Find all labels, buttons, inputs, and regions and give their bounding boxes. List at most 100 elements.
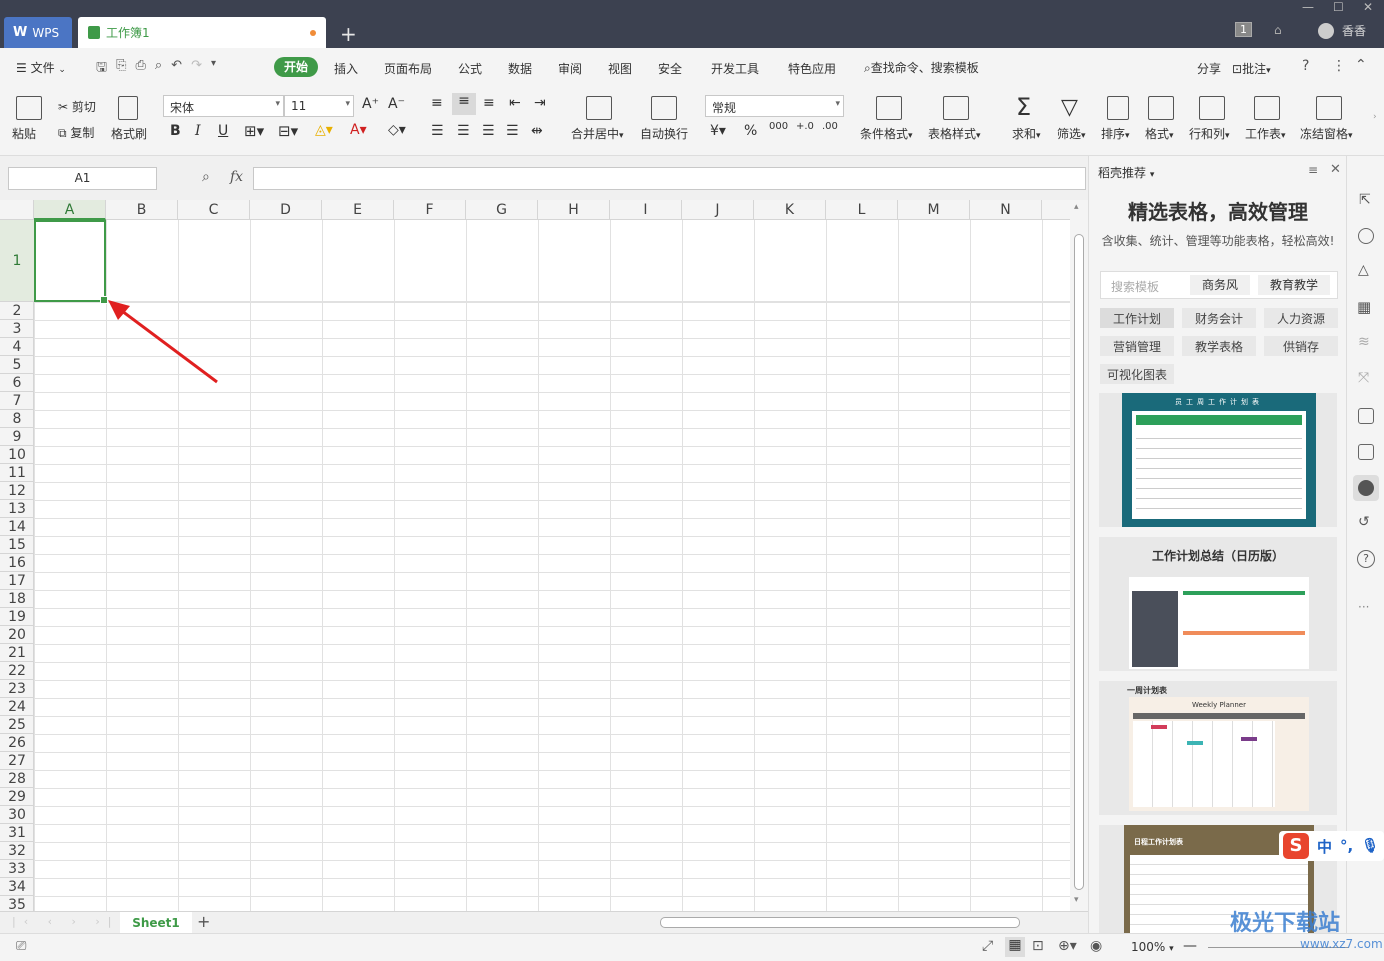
distributed-icon[interactable]: ⇹ xyxy=(531,123,543,139)
column-header-cell[interactable]: J xyxy=(682,200,754,220)
font-size-select[interactable]: 11 xyxy=(284,95,354,117)
row-header-cell[interactable]: 24 xyxy=(0,698,34,716)
category-tag[interactable]: 营销管理 xyxy=(1100,336,1174,356)
row-header-cell[interactable]: 17 xyxy=(0,572,34,590)
normal-view-icon[interactable]: ▦ xyxy=(1005,937,1025,957)
row-header-cell[interactable]: 7 xyxy=(0,392,34,410)
panel-close-icon[interactable]: ✕ xyxy=(1330,162,1341,177)
row-header-cell[interactable]: 4 xyxy=(0,338,34,356)
ime-language[interactable]: 中 xyxy=(1317,836,1332,857)
row-header-cell[interactable]: 13 xyxy=(0,500,34,518)
page-break-view-icon[interactable]: ⊡ xyxy=(1032,938,1044,954)
format-painter-button[interactable]: 格式刷 xyxy=(111,125,147,142)
row-header-cell[interactable]: 27 xyxy=(0,752,34,770)
annotate-button[interactable]: ⊡批注▾ xyxy=(1232,60,1271,77)
row-header-cell[interactable]: 30 xyxy=(0,806,34,824)
search-tag[interactable]: 商务风 xyxy=(1190,275,1250,295)
paste-button[interactable]: 粘贴 xyxy=(12,125,36,142)
row-header-cell[interactable]: 21 xyxy=(0,644,34,662)
fill-color-icon[interactable]: ◬▾ xyxy=(315,122,333,138)
transform-icon[interactable]: ⤧ xyxy=(1358,370,1369,386)
share-button[interactable]: 分享 xyxy=(1197,60,1221,77)
backup-icon[interactable] xyxy=(1358,408,1374,424)
decrease-indent-icon[interactable]: ⇤ xyxy=(509,95,521,111)
zoom-level[interactable]: 100% ▾ xyxy=(1131,940,1174,954)
page-indicator[interactable]: 1 xyxy=(1235,22,1252,37)
row-header-cell[interactable]: 22 xyxy=(0,662,34,680)
column-header-cell[interactable]: K xyxy=(754,200,826,220)
avatar[interactable] xyxy=(1318,22,1334,39)
menu-tab-home[interactable]: 开始 xyxy=(274,57,318,77)
collapse-ribbon-icon[interactable]: ⌃ xyxy=(1355,57,1367,73)
category-tag[interactable]: 可视化图表 xyxy=(1100,364,1174,384)
new-tab-button[interactable]: + xyxy=(340,22,357,46)
select-all-corner[interactable] xyxy=(0,200,34,220)
row-header-cell[interactable]: 23 xyxy=(0,680,34,698)
maximize-icon[interactable]: ☐ xyxy=(1333,0,1344,18)
sheet-nav-icons[interactable]: |‹ ‹ › ›| xyxy=(12,915,120,928)
command-search[interactable]: ⌕查找命令、搜索模板 xyxy=(864,59,979,76)
row-header-cell[interactable]: 28 xyxy=(0,770,34,788)
search-tag[interactable]: 教育教学 xyxy=(1258,275,1330,295)
copy-button[interactable]: ⧉ 复制 xyxy=(58,124,94,141)
template-card[interactable]: 员工周工作计划表 xyxy=(1099,393,1337,527)
template-search-input[interactable]: 搜索模板 xyxy=(1111,278,1159,295)
row-header-cell[interactable]: 14 xyxy=(0,518,34,536)
menu-tab-view[interactable]: 视图 xyxy=(608,60,632,77)
worksheet-button[interactable]: 工作表▾ xyxy=(1245,125,1286,142)
row-header-cell[interactable]: 9 xyxy=(0,428,34,446)
row-header-cell[interactable]: 35 xyxy=(0,896,34,911)
table-style-button[interactable]: 表格样式▾ xyxy=(928,125,981,142)
user-name[interactable]: 香香 xyxy=(1342,22,1366,39)
column-header-cell[interactable]: G xyxy=(466,200,538,220)
file-menu[interactable]: ☰ 文件 ⌄ xyxy=(16,59,66,76)
column-header-cell[interactable]: A xyxy=(34,200,106,220)
menu-tab-review[interactable]: 审阅 xyxy=(558,60,582,77)
row-header-cell[interactable]: 34 xyxy=(0,878,34,896)
zoom-out-icon[interactable]: — xyxy=(1183,938,1197,954)
filter-panel-icon[interactable]: ≋ xyxy=(1358,334,1370,350)
decrease-font-icon[interactable]: A⁻ xyxy=(388,96,405,112)
cut-button[interactable]: ✂ 剪切 xyxy=(58,98,96,115)
formula-input[interactable] xyxy=(253,167,1086,190)
table-icon[interactable]: ▦ xyxy=(1357,298,1371,316)
category-tag[interactable]: 工作计划 xyxy=(1100,308,1174,328)
insert-function-button[interactable]: fx xyxy=(230,169,243,185)
ribbon-scroll-icon[interactable]: › xyxy=(1373,112,1377,122)
close-icon[interactable]: ✕ xyxy=(1363,0,1373,18)
row-header-cell[interactable]: 8 xyxy=(0,410,34,428)
row-header-cell[interactable]: 2 xyxy=(0,302,34,320)
decrease-decimal-icon[interactable]: .00 xyxy=(822,121,838,132)
italic-icon[interactable]: I xyxy=(195,123,201,139)
row-header-cell[interactable]: 12 xyxy=(0,482,34,500)
number-format-select[interactable]: 常规 xyxy=(705,95,844,117)
merge-center-button[interactable]: 合并居中▾ xyxy=(571,125,624,142)
row-header-cell[interactable]: 26 xyxy=(0,734,34,752)
microphone-icon[interactable]: 🎙 xyxy=(1361,838,1379,854)
panel-title[interactable]: 稻壳推荐 ▾ xyxy=(1098,164,1154,181)
menu-tab-page-layout[interactable]: 页面布局 xyxy=(384,60,432,77)
thousands-icon[interactable]: 000 xyxy=(769,121,788,132)
minimize-icon[interactable]: — xyxy=(1302,0,1314,18)
row-header-cell[interactable]: 3 xyxy=(0,320,34,338)
sort-button[interactable]: 排序▾ xyxy=(1101,125,1130,142)
column-header-cell[interactable]: E xyxy=(322,200,394,220)
font-color-icon[interactable]: A▾ xyxy=(350,122,367,138)
panel-menu-icon[interactable]: ≡ xyxy=(1308,163,1318,177)
menu-tab-developer[interactable]: 开发工具 xyxy=(711,60,759,77)
row-header-cell[interactable]: 20 xyxy=(0,626,34,644)
eye-protection-icon[interactable]: ◉ xyxy=(1090,938,1102,954)
reading-mode-icon[interactable]: ⊕▾ xyxy=(1058,938,1077,954)
history-icon[interactable]: ↺ xyxy=(1358,514,1370,530)
underline-icon[interactable]: U xyxy=(218,123,228,139)
customize-icon[interactable]: ▾ xyxy=(211,58,216,80)
row-header-cell[interactable]: 16 xyxy=(0,554,34,572)
row-header-cell[interactable]: 25 xyxy=(0,716,34,734)
column-header-cell[interactable]: N xyxy=(970,200,1042,220)
vertical-scroll-thumb[interactable] xyxy=(1074,234,1084,890)
align-center-icon[interactable]: ☰ xyxy=(457,123,470,139)
row-header-cell[interactable]: 19 xyxy=(0,608,34,626)
menu-tab-security[interactable]: 安全 xyxy=(658,60,682,77)
category-tag[interactable]: 教学表格 xyxy=(1182,336,1256,356)
ime-toolbar[interactable]: S 中 °, 🎙 xyxy=(1279,831,1384,861)
